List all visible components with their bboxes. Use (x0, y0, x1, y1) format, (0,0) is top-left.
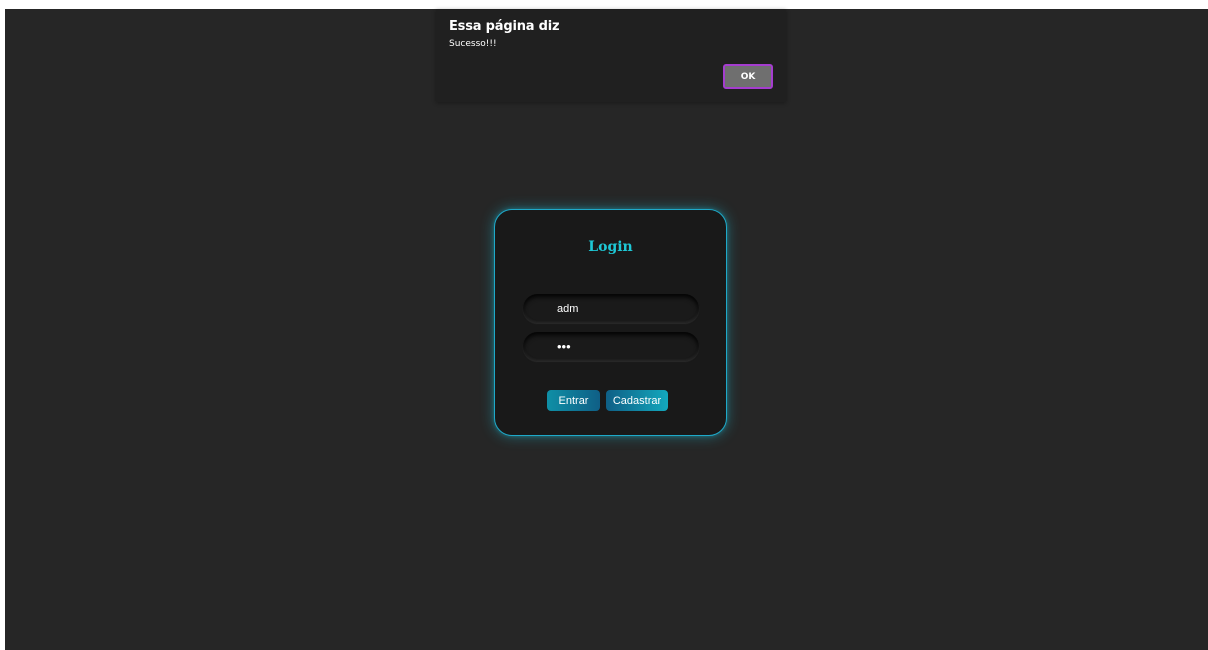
entrar-button[interactable]: Entrar (547, 390, 600, 411)
alert-dialog: Essa página diz Sucesso!!! OK (436, 9, 786, 102)
alert-title: Essa página diz (449, 19, 560, 34)
page-viewport: Essa página diz Sucesso!!! OK Login Entr… (5, 9, 1208, 650)
ok-button[interactable]: OK (723, 64, 773, 89)
alert-message: Sucesso!!! (449, 39, 497, 49)
login-title: Login (588, 239, 633, 255)
login-card: Login Entrar Cadastrar (494, 209, 727, 436)
cadastrar-button[interactable]: Cadastrar (606, 390, 668, 411)
username-input[interactable] (523, 294, 699, 323)
password-input[interactable] (523, 332, 699, 361)
